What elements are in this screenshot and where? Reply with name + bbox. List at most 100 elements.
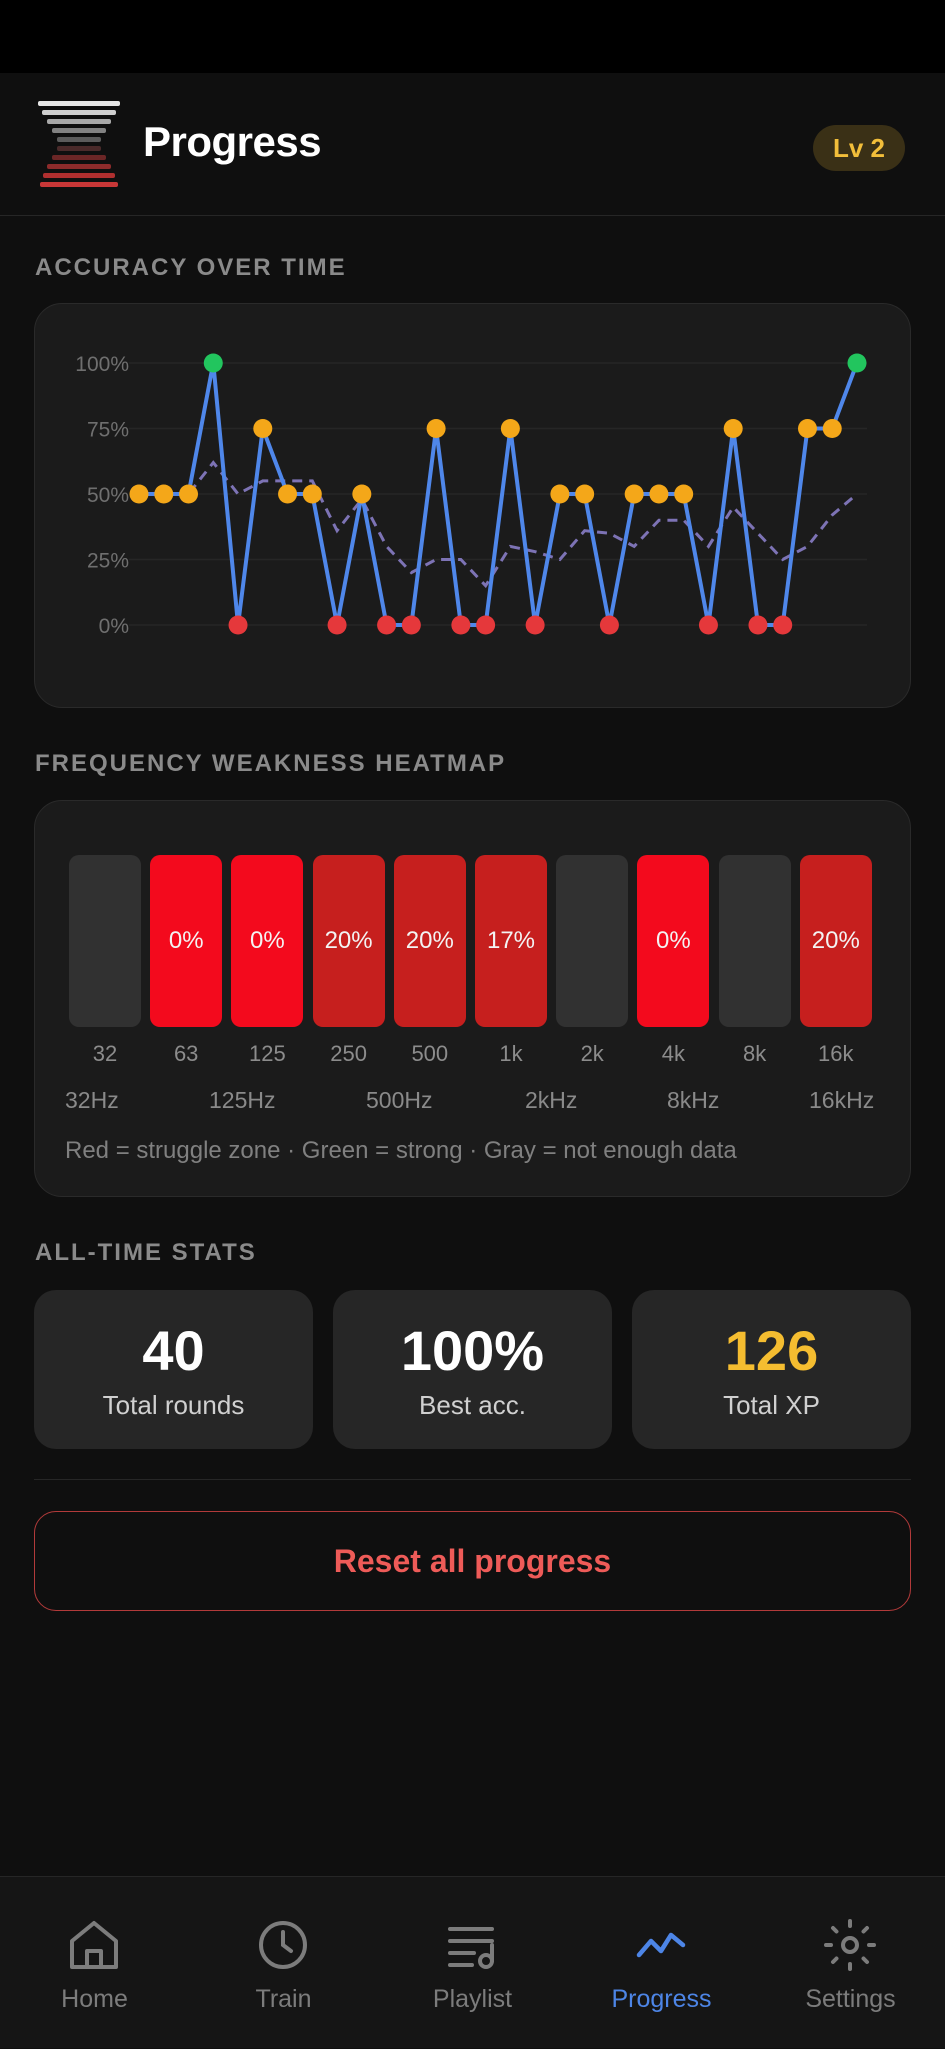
chart-data-point (154, 484, 174, 504)
chart-data-point (525, 615, 545, 635)
chart-y-tick-label: 50% (87, 484, 129, 507)
chart-data-point (822, 419, 842, 438)
chart-y-tick-label: 75% (87, 419, 129, 442)
chart-data-point (748, 615, 768, 635)
chart-data-point (278, 484, 298, 504)
heatmap-range-label: 32Hz (65, 1087, 119, 1113)
chart-data-point (401, 615, 421, 635)
chart-data-point (377, 615, 397, 635)
status-bar (0, 0, 945, 73)
app-header: Progress Lv 2 (0, 73, 945, 216)
bottom-nav: Home Train Playlist Progress Settings (0, 1876, 945, 2048)
heatmap-tick-label: 4k (661, 1041, 686, 1066)
stat-value: 40 (142, 1319, 205, 1382)
stat-card-best-accuracy: 100% Best acc. (333, 1290, 612, 1449)
heatmap-cell-63: 0% (150, 855, 223, 1027)
stat-label: Best acc. (419, 1390, 526, 1420)
chart-data-point (179, 484, 199, 504)
heatmap-tick-label: 16k (818, 1041, 854, 1066)
heatmap-cell-250: 20% (312, 855, 385, 1027)
level-badge: Lv 2 (812, 125, 905, 171)
chart-data-point (228, 615, 248, 635)
heatmap-cell-1k: 17% (475, 855, 547, 1027)
heatmap-tick-label: 250 (330, 1041, 367, 1066)
heatmap-section-heading: FREQUENCY WEAKNESS HEATMAP (35, 750, 507, 777)
heatmap-cell-32 (69, 855, 141, 1027)
heatmap-cell-4k: 0% (637, 855, 710, 1027)
heatmap-range-label: 16kHz (809, 1087, 875, 1113)
heatmap-cell-500: 20% (393, 855, 466, 1027)
heatmap-range-label: 125Hz (209, 1087, 276, 1113)
nav-item-playlist[interactable]: Playlist (378, 1877, 567, 2049)
heatmap-range-label: 2kHz (525, 1087, 578, 1113)
chart-data-point (426, 419, 446, 438)
heatmap-tick-label: 1k (499, 1041, 523, 1066)
chart-data-point (599, 615, 619, 635)
stat-label: Total rounds (102, 1390, 245, 1420)
heatmap-cell-16k: 20% (799, 855, 872, 1027)
stat-card-total-rounds: 40 Total rounds (34, 1290, 313, 1449)
chart-data-point (649, 484, 669, 504)
stat-value: 100% (400, 1319, 545, 1382)
trend-icon (636, 1932, 686, 1958)
accuracy-line-chart: 0% 25% 50% 75% 100% (75, 353, 867, 638)
accuracy-chart-card: 0% 25% 50% 75% 100% (34, 303, 911, 708)
nav-item-home[interactable]: Home (0, 1877, 189, 2049)
chart-data-point (129, 484, 149, 504)
chart-y-tick-label: 100% (75, 353, 129, 376)
chart-data-point (327, 615, 347, 635)
heatmap-tick-label: 500 (411, 1041, 449, 1066)
home-icon (70, 1921, 118, 1969)
chart-y-tick-label: 0% (99, 615, 129, 638)
nav-label: Home (61, 1985, 128, 2013)
gear-icon (824, 1919, 876, 1971)
nav-label: Progress (611, 1985, 712, 2013)
nav-label: Train (255, 1985, 312, 2013)
chart-y-tick-label: 25% (87, 550, 129, 573)
heatmap-tick-label: 63 (173, 1041, 199, 1066)
heatmap-cell-2k (556, 855, 629, 1027)
nav-item-train[interactable]: Train (189, 1877, 378, 2049)
chart-data-point (451, 615, 471, 635)
chart-data-point (674, 484, 694, 504)
chart-data-point (352, 484, 372, 504)
accuracy-section-heading: ACCURACY OVER TIME (35, 254, 347, 281)
heatmap-tick-label: 2k (580, 1041, 604, 1066)
stat-label: Total XP (723, 1390, 820, 1420)
heatmap-range-label: 500Hz (366, 1087, 433, 1113)
reset-progress-button[interactable]: Reset all progress (34, 1511, 911, 1611)
heatmap-tick-label: 8k (742, 1041, 767, 1066)
nav-item-settings[interactable]: Settings (756, 1877, 945, 2049)
divider (34, 1479, 911, 1480)
chart-data-point (624, 484, 644, 504)
chart-data-point (723, 419, 743, 438)
nav-item-progress[interactable]: Progress (567, 1877, 756, 2049)
nav-label: Settings (805, 1985, 896, 2013)
heatmap-cell-125: 0% (231, 855, 304, 1027)
chart-data-point (698, 615, 718, 635)
chart-data-point (476, 615, 496, 635)
chart-data-point (253, 419, 273, 438)
chart-data-point (203, 353, 223, 373)
heatmap-tick-label: 32 (92, 1041, 118, 1066)
heatmap-cell-8k (718, 855, 791, 1027)
clock-icon (259, 1921, 307, 1969)
page-title: Progress (143, 118, 322, 165)
stat-value: 126 (724, 1319, 819, 1382)
chart-data-point (500, 419, 520, 438)
heatmap-tick-label: 125 (249, 1041, 286, 1066)
chart-data-point (773, 615, 793, 635)
heatmap-legend: Red = struggle zone · Green = strong · G… (65, 1137, 737, 1164)
playlist-icon (448, 1927, 494, 1969)
app-logo-icon (38, 101, 120, 187)
stats-section-heading: ALL-TIME STATS (35, 1239, 257, 1266)
heatmap-range-label: 8kHz (667, 1087, 720, 1113)
stat-card-total-xp: 126 Total XP (632, 1290, 911, 1449)
frequency-heatmap-card: Red = struggle zone · Green = strong · G… (34, 800, 911, 1197)
chart-data-point (302, 484, 322, 504)
chart-data-point (797, 419, 817, 438)
chart-data-point (575, 484, 595, 504)
chart-data-point (847, 353, 867, 373)
nav-label: Playlist (432, 1985, 513, 2013)
chart-data-point (550, 484, 570, 504)
